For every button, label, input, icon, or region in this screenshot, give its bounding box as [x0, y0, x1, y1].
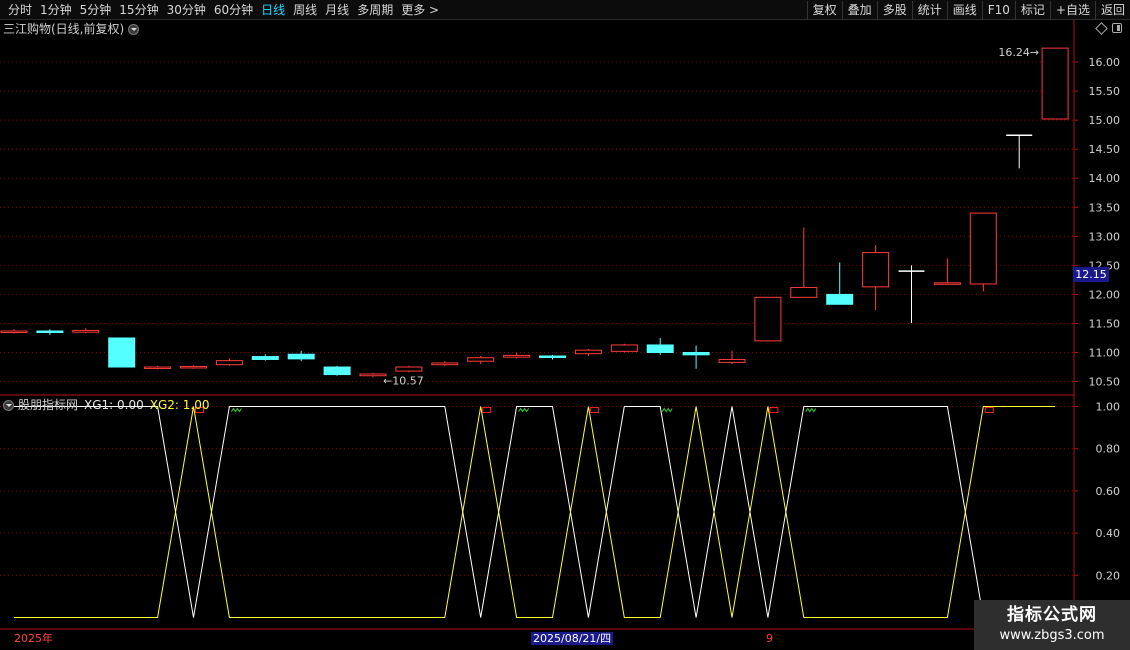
candle-body: [180, 365, 207, 369]
indicator-name: 股朋指标网: [18, 398, 79, 412]
candle-body: [969, 212, 997, 285]
buy-signal-marker: [482, 407, 492, 414]
indicator-tick-label: 0.60: [1096, 485, 1121, 498]
candle-body: [215, 360, 243, 366]
candle-body: [933, 282, 961, 285]
candle-body: [754, 296, 782, 342]
watermark-title: 指标公式网: [1007, 605, 1097, 625]
low-price-annotation: ←10.57: [383, 374, 424, 387]
candle-body: [574, 349, 602, 355]
candle-body: [431, 362, 459, 366]
price-tick-label: 15.00: [1089, 114, 1121, 127]
candle-body: [826, 293, 854, 305]
candle-body: [467, 357, 495, 362]
cursor-date-label: 2025/08/21/四: [531, 632, 614, 645]
candle-body: [682, 352, 710, 356]
candle-body: [108, 337, 136, 368]
candle-body: [1041, 47, 1069, 120]
sell-signal-marker: [518, 407, 530, 413]
indicator-tick-label: 0.40: [1096, 527, 1121, 540]
candle-body: [36, 330, 64, 334]
high-price-annotation: 16.24→: [998, 46, 1039, 59]
price-tick-label: 14.50: [1089, 143, 1121, 156]
price-tick-label: 12.00: [1089, 288, 1121, 301]
date-axis: 2025年 2025/08/21/四 9: [0, 629, 1074, 650]
candle-body: [395, 366, 423, 372]
indicator-title[interactable]: 股朋指标网 XG1: 0.00 XG2: 1.00: [3, 398, 209, 412]
candle-body: [144, 366, 172, 370]
year-label: 2025年: [14, 632, 53, 645]
candle-body: [503, 354, 531, 358]
candle-body: [323, 366, 351, 376]
month-label: 9: [766, 632, 773, 645]
price-tick-label: 10.50: [1089, 376, 1121, 389]
buy-signal-marker: [589, 407, 599, 414]
candle-body: [539, 355, 566, 358]
indicator-tick-label: 1.00: [1096, 401, 1121, 414]
candle-body: [790, 286, 818, 298]
indicator-line-xg2: [14, 406, 1056, 618]
watermark: 指标公式网 www.zbgs3.com: [974, 600, 1130, 650]
price-tick-label: 13.00: [1089, 230, 1121, 243]
xg2-value: XG2: 1.00: [149, 398, 210, 412]
indicator-dropdown-icon[interactable]: [3, 399, 14, 411]
price-tick-label: 14.00: [1089, 172, 1121, 185]
price-tick-label: 16.00: [1089, 56, 1121, 69]
price-tick-label: 11.00: [1089, 347, 1121, 360]
candle-body: [862, 252, 890, 288]
indicator-tick-label: 0.80: [1096, 443, 1121, 456]
candle-body: [251, 356, 279, 360]
buy-signal-marker: [984, 407, 994, 414]
candle-body: [0, 330, 28, 334]
current-price-tag: 12.15: [1073, 267, 1109, 282]
candle-body: [610, 344, 638, 352]
price-tick-label: 13.50: [1089, 201, 1121, 214]
candle-body: [72, 329, 100, 333]
price-tick-label: 11.50: [1089, 317, 1121, 330]
indicator-line-xg1: [14, 406, 1056, 618]
price-tick-label: 15.50: [1089, 85, 1121, 98]
candle-body: [287, 353, 315, 360]
xg1-value: XG1: 0.00: [84, 398, 144, 412]
chart-canvas[interactable]: 10.5011.0011.5012.0012.5013.0013.5014.00…: [0, 0, 1130, 650]
watermark-url: www.zbgs3.com: [999, 628, 1105, 643]
sell-signal-marker: [661, 407, 673, 413]
sell-signal-marker: [230, 407, 242, 413]
buy-signal-marker: [769, 407, 779, 414]
sell-signal-marker: [805, 407, 817, 413]
indicator-tick-label: 0.20: [1096, 569, 1121, 582]
candle-body: [718, 358, 746, 363]
candle-body: [646, 344, 674, 354]
